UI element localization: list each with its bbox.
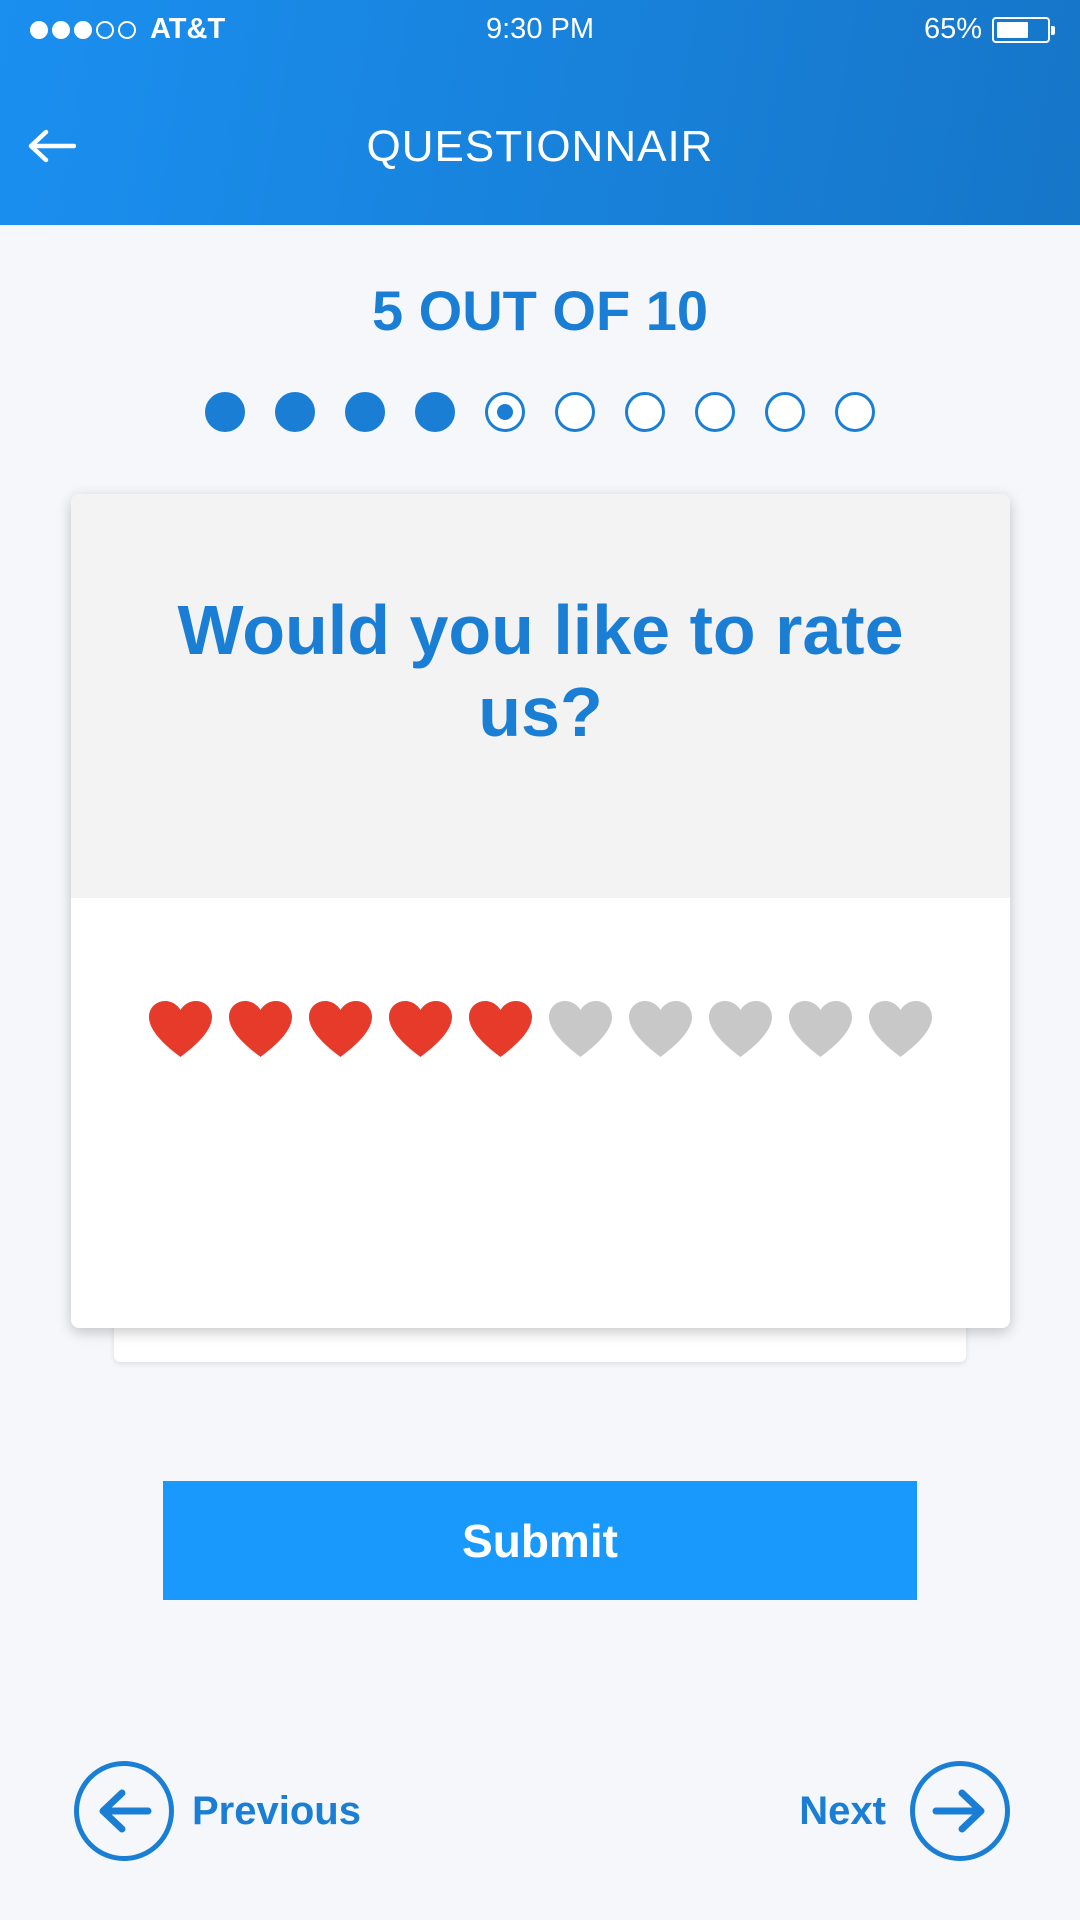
battery-percent: 65% (923, 13, 982, 45)
progress-label: 5 OUT OF 10 (371, 279, 709, 342)
next-label: Next (799, 1788, 886, 1833)
battery-status: 65% (923, 13, 1055, 46)
next-button[interactable]: Next (799, 1761, 1010, 1861)
page-title: QUESTIONNAIR (366, 122, 714, 171)
question-card: Would you like to rate us? (71, 494, 1010, 1328)
app-header: AT&T 9:30 PM 65% QUESTIONNAIR (0, 0, 1080, 225)
heart-icon[interactable] (387, 999, 454, 1059)
submit-button[interactable]: Submit (163, 1481, 917, 1600)
battery-fill (997, 21, 1029, 38)
heart-icon[interactable] (467, 999, 534, 1059)
battery-icon (992, 16, 1055, 43)
heart-icon[interactable] (707, 999, 774, 1059)
progress-step-7 (625, 392, 665, 432)
progress-indicator (0, 392, 1080, 432)
previous-label: Previous (192, 1788, 361, 1833)
progress-step-5 (485, 392, 525, 432)
heart-icon[interactable] (627, 999, 694, 1059)
heart-icon[interactable] (547, 999, 614, 1059)
heart-icon[interactable] (147, 999, 214, 1059)
arrow-right-circle-icon (910, 1761, 1010, 1861)
status-time: 9:30 PM (486, 13, 594, 45)
heart-icon[interactable] (867, 999, 934, 1059)
arrow-left-circle-icon (74, 1761, 174, 1861)
progress-step-8 (695, 392, 735, 432)
previous-button[interactable]: Previous (74, 1761, 361, 1861)
progress-step-3 (345, 392, 385, 432)
progress-step-2 (275, 392, 315, 432)
progress-step-4 (415, 392, 455, 432)
heart-icon[interactable] (787, 999, 854, 1059)
heart-rating (71, 999, 1010, 1059)
question-text: Would you like to rate us? (177, 591, 904, 751)
question-area: Would you like to rate us? (71, 494, 1010, 898)
questionnaire-screen: AT&T 9:30 PM 65% QUESTIONNAIR 5 OUT OF 1… (0, 0, 1080, 1920)
status-bar: AT&T 9:30 PM 65% (0, 0, 1080, 60)
progress-step-9 (765, 392, 805, 432)
progress-step-6 (555, 392, 595, 432)
heart-icon[interactable] (227, 999, 294, 1059)
progress-step-10 (835, 392, 875, 432)
progress-step-1 (205, 392, 245, 432)
heart-icon[interactable] (307, 999, 374, 1059)
